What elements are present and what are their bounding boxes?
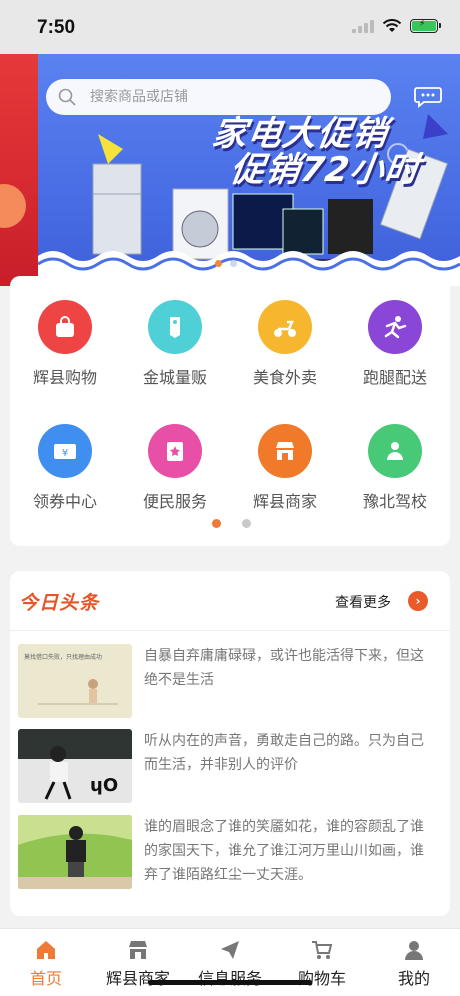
- news-item[interactable]: ɥO 听从内在的声音，勇敢走自己的路。只为自己而生活，并非别人的评价: [18, 729, 438, 803]
- chevron-right-icon[interactable]: ›: [408, 591, 428, 611]
- news-text: 自暴自弃庸庸碌碌，或许也能活得下来，但这绝不是生活: [144, 648, 424, 688]
- tab-label: 首页: [29, 969, 62, 988]
- headlines-header: 今日头条 查看更多 ›: [10, 571, 450, 631]
- tab-label: 购物车: [297, 969, 346, 988]
- news-item[interactable]: 莫找借口失败，只找理由成功 自暴自弃庸庸碌碌，或许也能活得下来，但这绝不是生活: [18, 644, 438, 718]
- search-icon: [58, 88, 76, 106]
- tab-merchants[interactable]: 辉县商家: [92, 929, 184, 996]
- news-text: 谁的眉眼念了谁的笑靥如花，谁的容颜乱了谁的家国天下，谁允了谁江河万里山川如画，谁…: [144, 819, 424, 883]
- svg-text:¥: ¥: [62, 448, 68, 459]
- price-tag-icon: [148, 300, 202, 354]
- service-icon: [148, 424, 202, 478]
- category-label: 便民服务: [142, 492, 207, 511]
- headlines-title: 今日头条: [19, 592, 100, 614]
- banner-dot: [230, 260, 237, 267]
- shopping-bag-icon: [38, 300, 92, 354]
- tab-cart[interactable]: 购物车: [276, 929, 368, 996]
- tab-home[interactable]: 首页: [0, 929, 92, 996]
- category-item-jincheng[interactable]: 金城量贩: [120, 300, 230, 388]
- category-grid: 辉县购物 金城量贩 美食外卖 跑腿配送 ¥ 领券中心 便民服务 辉县商家 豫北驾…: [10, 276, 450, 546]
- status-bar: 7:50: [0, 0, 460, 54]
- category-label: 领券中心: [32, 492, 97, 511]
- category-dot-active: [212, 519, 221, 528]
- search-bar[interactable]: [46, 79, 391, 115]
- news-thumbnail: [18, 815, 132, 889]
- message-icon[interactable]: [414, 86, 442, 108]
- category-item-huixian-shopping[interactable]: 辉县购物: [10, 300, 120, 388]
- runner-icon: [368, 300, 422, 354]
- search-input[interactable]: [90, 89, 340, 105]
- svg-text:ɥO: ɥO: [90, 775, 118, 796]
- news-text: 听从内在的声音，勇敢走自己的路。只为自己而生活，并非别人的评价: [144, 733, 424, 773]
- category-label: 豫北驾校: [362, 492, 427, 511]
- thumbnail-illustration: [18, 815, 132, 889]
- category-item-driving-school[interactable]: 豫北驾校: [340, 424, 450, 512]
- home-icon: [37, 941, 55, 959]
- home-indicator: [148, 980, 312, 985]
- thumbnail-illustration: [38, 679, 118, 705]
- category-item-service[interactable]: 便民服务: [120, 424, 230, 512]
- banner-dot-active: [215, 260, 222, 267]
- tab-label: 信息服务: [197, 969, 262, 988]
- category-item-merchant[interactable]: 辉县商家: [230, 424, 340, 512]
- news-thumbnail: ɥO: [18, 729, 132, 803]
- category-item-food-delivery[interactable]: 美食外卖: [230, 300, 340, 388]
- cart-icon: [312, 941, 333, 959]
- category-pagination: [212, 519, 251, 528]
- news-item[interactable]: 谁的眉眼念了谁的笑靥如花，谁的容颜乱了谁的家国天下，谁允了谁江河万里山川如画，谁…: [18, 815, 438, 889]
- signal-icon: [352, 19, 374, 33]
- battery-icon: [410, 19, 441, 33]
- banner-subheadline: 促销72小时: [227, 150, 423, 190]
- category-dot: [242, 519, 251, 528]
- bottom-tab-bar: 首页 辉县商家 信息服务 购物车 我的: [0, 928, 460, 996]
- category-label: 跑腿配送: [362, 368, 427, 387]
- store-icon: [129, 941, 147, 959]
- scooter-icon: [258, 300, 312, 354]
- category-label: 金城量贩: [142, 368, 207, 387]
- see-more-link[interactable]: 查看更多: [335, 592, 391, 612]
- paper-plane-icon: [221, 941, 239, 959]
- category-item-errand[interactable]: 跑腿配送: [340, 300, 450, 388]
- category-label: 美食外卖: [252, 368, 317, 387]
- banner-pagination: [215, 260, 237, 267]
- thumbnail-illustration: ɥO: [18, 729, 132, 800]
- tab-info-service[interactable]: 信息服务: [184, 929, 276, 996]
- headlines-card: 今日头条 查看更多 › 莫找借口失败，只找理由成功 自暴自弃庸庸碌碌，或许也能活…: [10, 571, 450, 916]
- status-icons: [352, 19, 441, 33]
- coupon-icon: ¥: [38, 424, 92, 478]
- tab-profile[interactable]: 我的: [368, 929, 460, 996]
- banner-prev-slide: [0, 54, 38, 286]
- news-thumbnail: 莫找借口失败，只找理由成功: [18, 644, 132, 718]
- wifi-icon: [382, 19, 402, 32]
- status-time: 7:50: [37, 17, 76, 38]
- tab-label: 辉县商家: [105, 969, 170, 988]
- category-item-coupon[interactable]: ¥ 领券中心: [10, 424, 120, 512]
- user-icon: [405, 941, 423, 960]
- store-icon: [258, 424, 312, 478]
- category-label: 辉县购物: [32, 368, 97, 387]
- category-label: 辉县商家: [252, 492, 317, 511]
- driver-icon: [368, 424, 422, 478]
- tab-label: 我的: [397, 969, 430, 988]
